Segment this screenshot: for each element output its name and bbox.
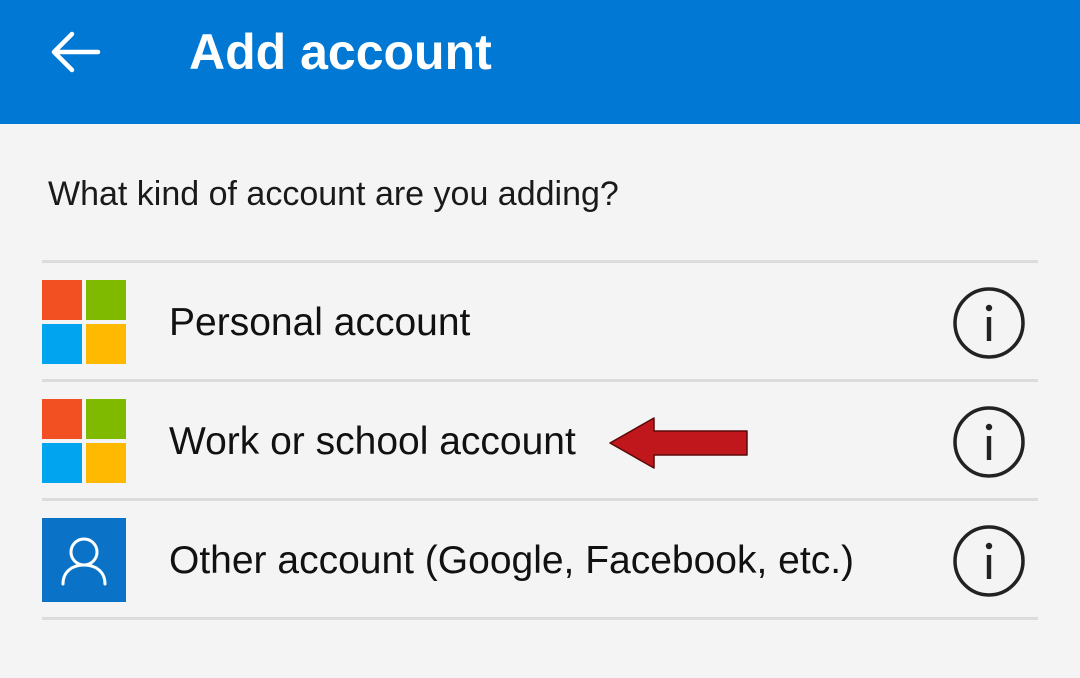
person-tile [42,518,126,602]
personal-account-label: Personal account [169,301,471,344]
microsoft-logo-icon [42,280,126,364]
arrow-left-icon [51,31,101,73]
person-icon [61,537,107,586]
info-icon [953,287,1025,359]
back-button[interactable] [26,14,122,90]
page-title: Add account [189,24,492,80]
info-icon [953,525,1025,597]
personal-account-option[interactable]: Personal account [42,263,1038,379]
account-type-prompt: What kind of account are you adding? [48,175,619,213]
work-or-school-account-label: Work or school account [169,420,576,463]
divider [42,617,1038,620]
other-account-info-button[interactable] [952,524,1026,598]
app-bar: Add account [0,0,1080,124]
other-account-label: Other account (Google, Facebook, etc.) [169,539,855,582]
other-account-option[interactable]: Other account (Google, Facebook, etc.) [42,501,1038,617]
red-arrow-left-icon [609,417,748,469]
microsoft-logo-icon [42,399,126,483]
work-or-school-account-option[interactable]: Work or school account [42,382,1038,498]
info-icon [953,406,1025,478]
account-type-list: Personal account Work or school account [42,260,1038,620]
personal-account-info-button[interactable] [952,286,1026,360]
work-or-school-account-info-button[interactable] [952,405,1026,479]
